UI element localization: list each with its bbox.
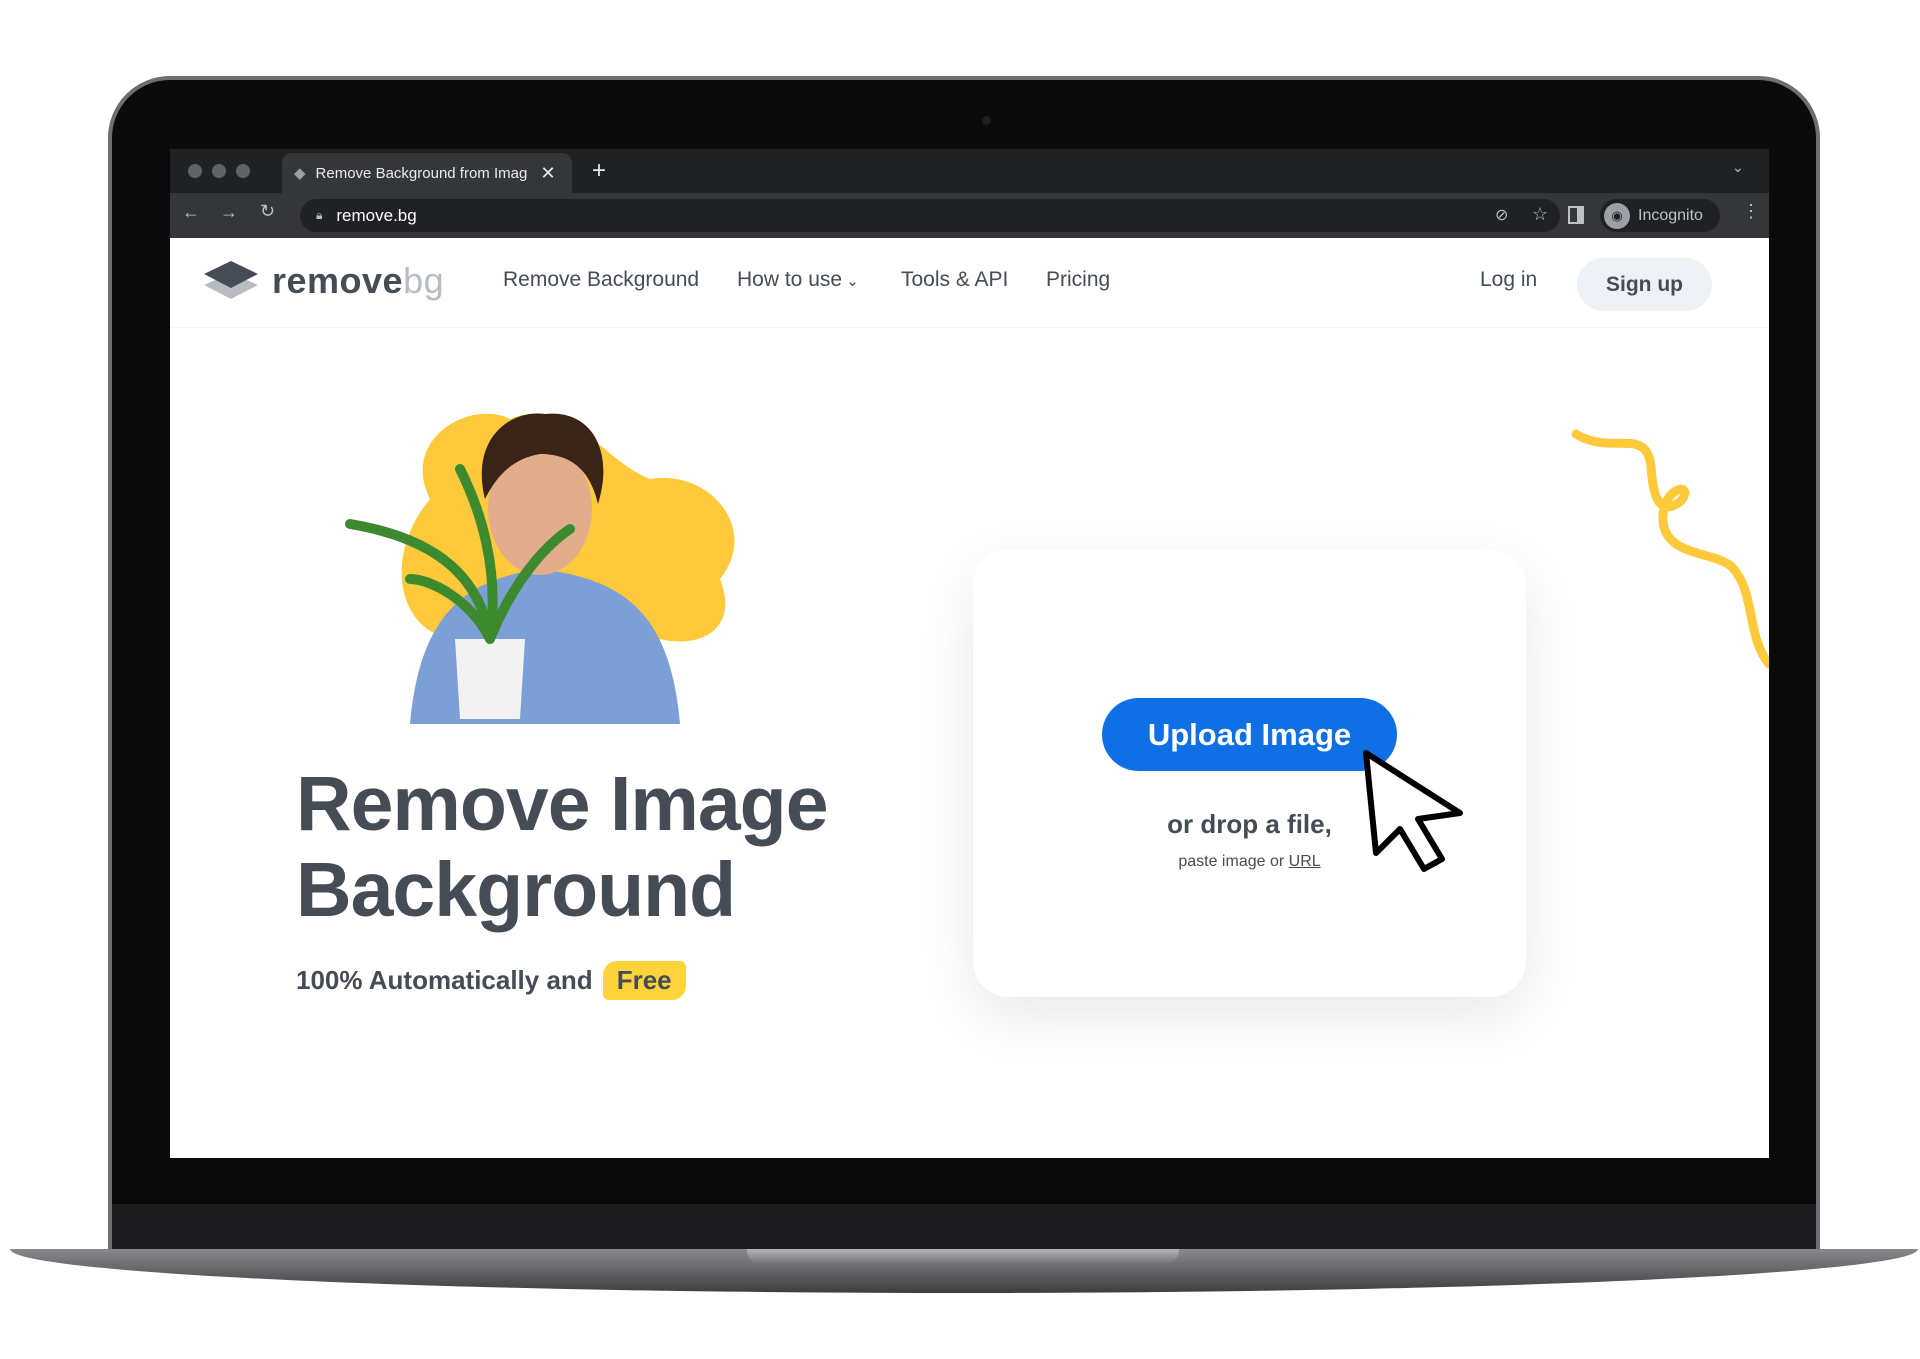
browser-tab[interactable]: ◆ Remove Background from Imag ✕ [282,153,572,193]
tab-bar: ◆ Remove Background from Imag ✕ + ⌄ [170,149,1769,193]
paste-text: paste image or [1178,853,1285,870]
laptop-notch [747,1249,1179,1263]
url-link[interactable]: URL [1289,853,1321,870]
site-header: removebg Remove Background How to use ⌄ … [170,238,1769,328]
hero-title-line2: Background [296,847,736,933]
forward-icon[interactable]: → [220,202,238,223]
hero-image [345,413,735,724]
lock-icon: 🔒︎ [316,208,323,222]
new-tab-icon[interactable]: + [592,157,606,185]
url-text: remove.bg [336,205,417,225]
signup-button[interactable]: Sign up [1577,258,1712,311]
laptop-chin [112,1204,1816,1249]
chevron-down-icon: ⌄ [842,273,859,290]
side-panel-icon[interactable] [1568,206,1584,224]
close-icon[interactable]: ✕ [541,163,556,184]
window-maximize-dot[interactable] [236,164,250,178]
nav-remove-background[interactable]: Remove Background [503,268,699,292]
eye-off-icon[interactable]: ⊘ [1495,205,1508,225]
cursor-arrow-icon [1363,750,1463,872]
profile-button[interactable]: ◉ Incognito [1600,199,1720,232]
favicon-icon: ◆ [294,165,306,182]
menu-icon[interactable]: ⋮ [1742,201,1760,222]
upload-image-button[interactable]: Upload Image [1102,698,1397,771]
reload-icon[interactable]: ↻ [260,201,275,222]
nav-how-to-use-label: How to use [737,268,843,291]
logo-subtext: bg [403,260,445,301]
camera-dot [982,116,991,125]
window-close-dot[interactable] [188,164,202,178]
browser-window: ◆ Remove Background from Imag ✕ + ⌄ ← → … [170,149,1769,1158]
nav-pricing[interactable]: Pricing [1046,268,1110,292]
star-icon[interactable]: ☆ [1532,204,1548,225]
address-bar[interactable]: 🔒︎ remove.bg ⊘ ☆ [300,199,1560,232]
tab-search-icon[interactable]: ⌄ [1732,159,1744,176]
login-link[interactable]: Log in [1480,268,1537,292]
tab-title: Remove Background from Imag [315,164,528,182]
free-badge: Free [602,961,686,1000]
hero-subtitle: 100% Automatically and Free [296,961,686,1000]
hero-title-line1: Remove Image [296,761,829,847]
hero-title: Remove Image Background [296,761,829,933]
decorative-squiggle [1571,429,1769,669]
toolbar: ← → ↻ 🔒︎ remove.bg ⊘ ☆ ◉ Incognito ⋮ [170,193,1769,238]
nav-tools-api[interactable]: Tools & API [901,268,1008,292]
logo-text: remove [272,260,404,301]
nav-how-to-use[interactable]: How to use ⌄ [737,268,859,292]
logo[interactable]: removebg [204,260,444,302]
logo-icon [204,261,258,299]
hero-subtitle-text: 100% Automatically and [296,965,593,995]
window-minimize-dot[interactable] [212,164,226,178]
incognito-icon: ◉ [1604,202,1630,229]
back-icon[interactable]: ← [182,202,200,223]
profile-label: Incognito [1638,206,1703,224]
